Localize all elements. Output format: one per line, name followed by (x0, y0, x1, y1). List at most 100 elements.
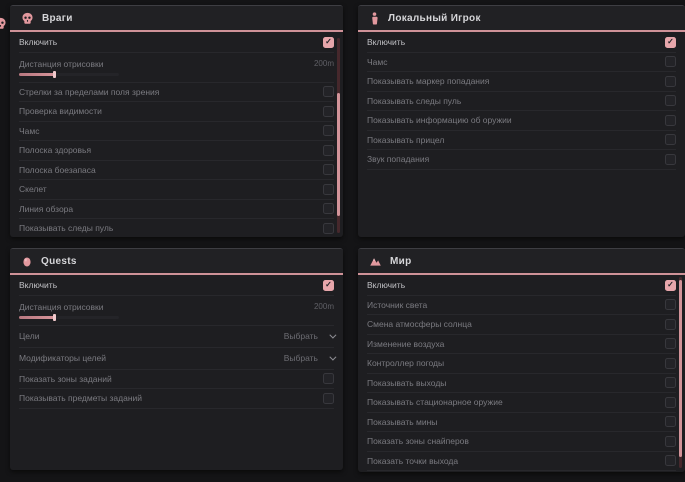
row-world-6[interactable]: Показывать стационарное оружие (367, 393, 676, 413)
checkbox-unchecked[interactable] (665, 154, 676, 165)
row-label: Включить (367, 280, 405, 290)
person-icon (369, 12, 380, 25)
row-world-1[interactable]: Источник света (367, 296, 676, 316)
checkbox-unchecked[interactable] (323, 393, 334, 404)
checkbox-unchecked[interactable] (665, 338, 676, 349)
row-label: Показывать следы пуль (367, 96, 461, 106)
row-world-0[interactable]: Включить ✓ (367, 276, 676, 296)
checkbox-checked[interactable]: ✓ (323, 280, 334, 291)
checkbox-unchecked[interactable] (665, 455, 676, 466)
checkbox-unchecked[interactable] (665, 436, 676, 447)
scrollbar-thumb[interactable] (337, 93, 340, 216)
row-world-4[interactable]: Контроллер погоды (367, 354, 676, 374)
dropdown-label: Цели (19, 331, 39, 341)
row-local-player-0[interactable]: Включить✓ (367, 33, 676, 53)
dropdown-quests-3[interactable]: Модификаторы целей Выбрать (19, 348, 334, 370)
row-quests-5[interactable]: Показывать предметы заданий (19, 389, 334, 409)
row-enemies-4[interactable]: Чамс (19, 122, 334, 142)
checkbox-unchecked[interactable] (323, 145, 334, 156)
row-world-7[interactable]: Показывать мины (367, 413, 676, 433)
row-local-player-1[interactable]: Чамс (367, 53, 676, 73)
checkbox-unchecked[interactable] (323, 203, 334, 214)
checkbox-unchecked[interactable] (665, 95, 676, 106)
row-world-5[interactable]: Показывать выходы (367, 374, 676, 394)
dropdown-quests-2[interactable]: Цели Выбрать (19, 326, 334, 348)
slider-labels: Дистанция отрисовки200m (19, 59, 334, 69)
slider-labels: Дистанция отрисовки200m (19, 302, 334, 312)
dropdown-control[interactable]: Выбрать (284, 331, 334, 341)
checkbox-unchecked[interactable] (665, 134, 676, 145)
checkbox-unchecked[interactable] (665, 358, 676, 369)
row-enemies-0[interactable]: Включить ✓ (19, 33, 334, 53)
row-quests-4[interactable]: Показать зоны заданий (19, 370, 334, 390)
row-local-player-6[interactable]: Звук попадания (367, 150, 676, 170)
row-world-2[interactable]: Смена атмосферы солнца (367, 315, 676, 335)
checkbox-unchecked[interactable] (665, 397, 676, 408)
row-world-3[interactable]: Изменение воздуха (367, 335, 676, 355)
row-label: Показывать следы пуль (19, 223, 113, 233)
row-local-player-3[interactable]: Показывать следы пуль (367, 92, 676, 112)
slider-track[interactable] (19, 316, 119, 319)
checkbox-unchecked[interactable] (665, 76, 676, 87)
slider-track[interactable] (19, 73, 119, 76)
checkbox-unchecked[interactable] (323, 184, 334, 195)
row-enemies-9[interactable]: Показывать следы пуль (19, 219, 334, 237)
row-label: Показывать предметы заданий (19, 393, 142, 403)
scrollbar-thumb[interactable] (679, 280, 682, 457)
row-quests-0[interactable]: Включить✓ (19, 276, 334, 296)
checkbox-unchecked[interactable] (323, 106, 334, 117)
checkbox-checked[interactable]: ✓ (665, 280, 676, 291)
row-label: Изменение воздуха (367, 339, 444, 349)
row-label: Включить (19, 37, 57, 47)
row-enemies-2[interactable]: Стрелки за пределами поля зрения (19, 83, 334, 103)
slider-knob[interactable] (53, 71, 56, 78)
checkbox-checked[interactable]: ✓ (323, 37, 334, 48)
checkbox-unchecked[interactable] (323, 86, 334, 97)
panel-header-enemies: Враги (10, 6, 343, 32)
checkbox-unchecked[interactable] (665, 377, 676, 388)
row-label: Полоска здоровья (19, 145, 91, 155)
checkbox-unchecked[interactable] (665, 416, 676, 427)
panel-header-local-player: Локальный Игрок (358, 6, 685, 32)
checkbox-unchecked[interactable] (665, 319, 676, 330)
row-slider-quests: Дистанция отрисовки200m (19, 296, 334, 326)
row-enemies-7[interactable]: Скелет (19, 180, 334, 200)
row-label: Смена атмосферы солнца (367, 319, 472, 329)
panel-header-world: Мир (358, 249, 685, 275)
rows-local-player: Включить✓ Чамс Показывать маркер попадания… (358, 32, 685, 170)
row-enemies-5[interactable]: Полоска здоровья (19, 141, 334, 161)
slider-label: Дистанция отрисовки (19, 59, 104, 69)
checkbox-unchecked[interactable] (323, 164, 334, 175)
row-local-player-2[interactable]: Показывать маркер попадания (367, 72, 676, 92)
checkbox-unchecked[interactable] (323, 223, 334, 234)
panel-header-quests: Quests (10, 249, 343, 275)
checkbox-unchecked[interactable] (323, 373, 334, 384)
row-label: Показывать маркер попадания (367, 76, 489, 86)
row-enemies-6[interactable]: Полоска боезапаса (19, 161, 334, 181)
checkbox-checked[interactable]: ✓ (665, 37, 676, 48)
checkbox-unchecked[interactable] (323, 125, 334, 136)
corner-skull-icon (0, 17, 7, 35)
row-enemies-3[interactable]: Проверка видимости (19, 102, 334, 122)
row-local-player-4[interactable]: Показывать информацию об оружии (367, 111, 676, 131)
row-label: Чамс (367, 57, 388, 67)
slider-fill (19, 316, 55, 319)
panel-quests: QuestsВключить✓ Дистанция отрисовки200m Це… (10, 248, 343, 470)
row-world-9[interactable]: Показать точки выхода (367, 452, 676, 472)
row-local-player-5[interactable]: Показывать прицел (367, 131, 676, 151)
dropdown-control[interactable]: Выбрать (284, 353, 334, 363)
checkbox-unchecked[interactable] (665, 115, 676, 126)
panel-world: Мир Включить ✓ Источник света Смена атмосфер… (358, 248, 685, 472)
checkbox-unchecked[interactable] (665, 299, 676, 310)
dropdown-label: Модификаторы целей (19, 353, 106, 363)
row-label: Скелет (19, 184, 47, 194)
row-label: Показывать прицел (367, 135, 444, 145)
panel-title: Локальный Игрок (388, 13, 481, 24)
checkbox-unchecked[interactable] (665, 56, 676, 67)
slider-knob[interactable] (53, 314, 56, 321)
row-label: Источник света (367, 300, 427, 310)
row-label: Показать зоны снайперов (367, 436, 469, 446)
row-world-8[interactable]: Показать зоны снайперов (367, 432, 676, 452)
row-enemies-8[interactable]: Линия обзора (19, 200, 334, 220)
panel-enemies: Враги Включить ✓ Дистанция отрисовки200m Стр… (10, 5, 343, 237)
